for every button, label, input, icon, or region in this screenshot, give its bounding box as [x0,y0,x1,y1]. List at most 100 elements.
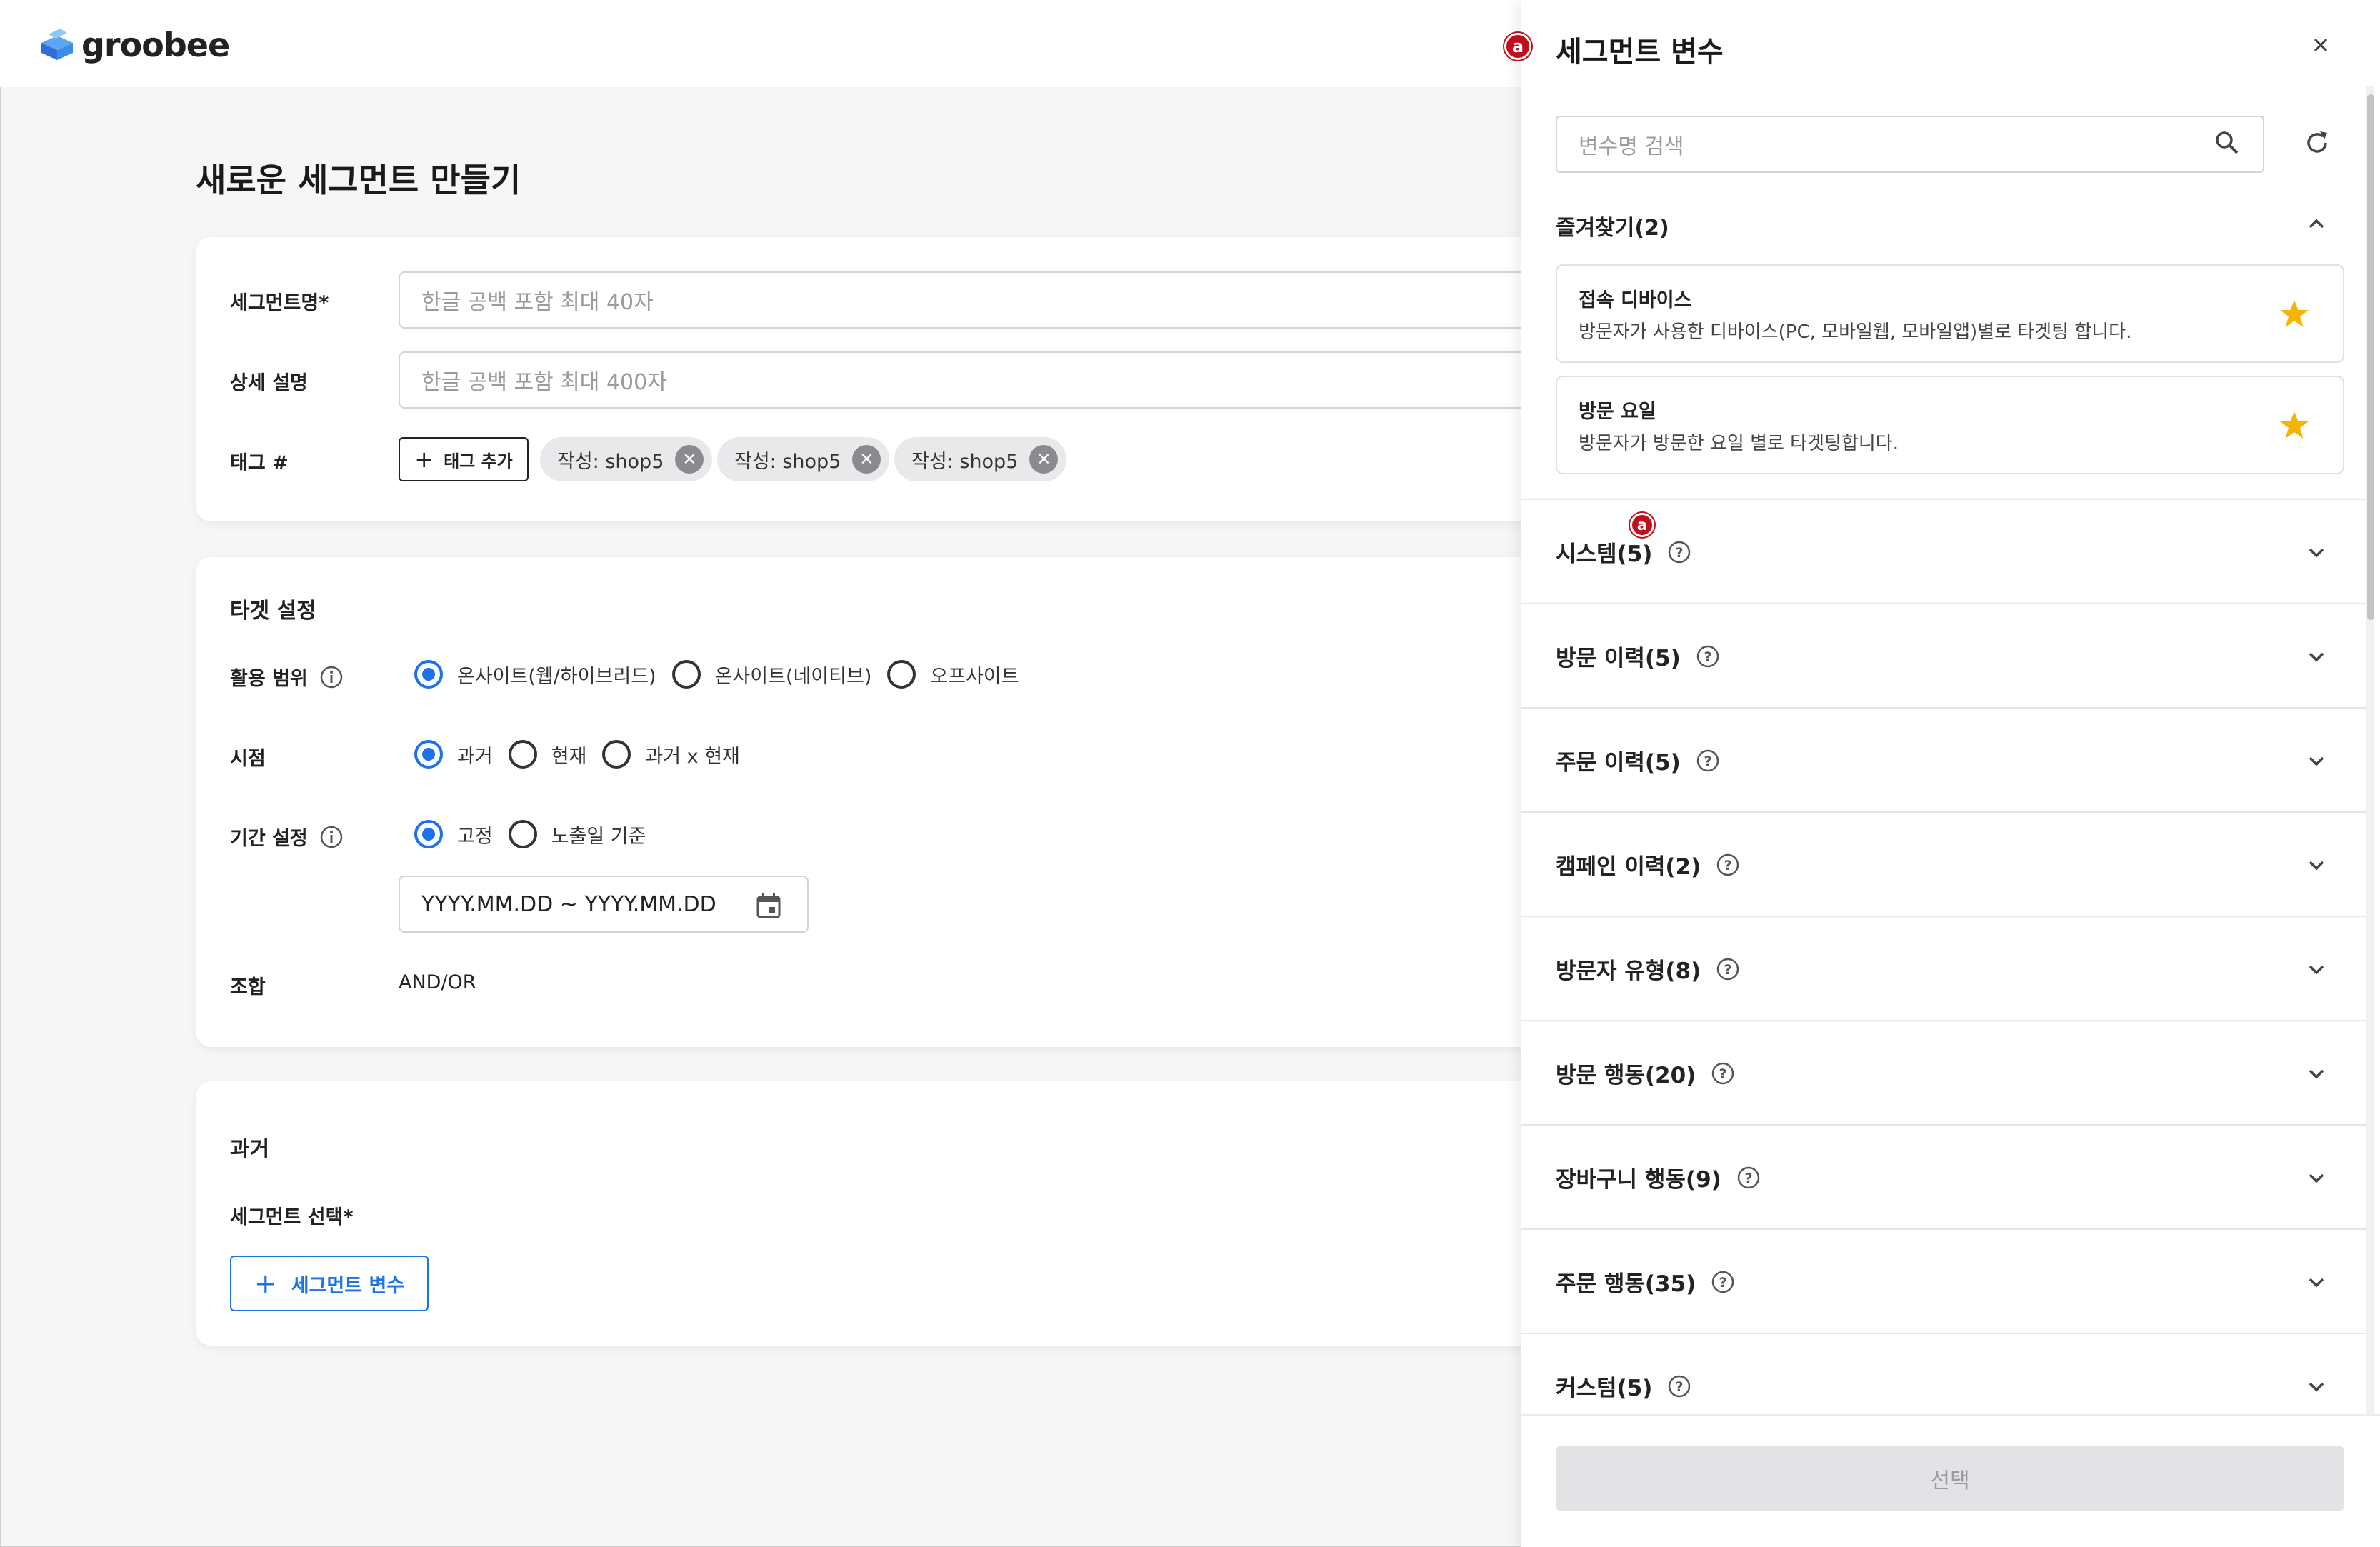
time-option-both-label: 과거 x 현재 [645,745,740,768]
tag-label: 태그 # [230,452,289,474]
svg-text:?: ? [1704,649,1711,665]
time-option-past-label: 과거 [457,745,493,768]
help-icon[interactable]: ? [1736,1165,1761,1191]
scope-option-offsite-label: 오프사이트 [930,665,1019,688]
star-icon[interactable] [2277,409,2311,443]
scope-option-native[interactable]: 온사이트(네이티브) [671,660,872,689]
time-option-both[interactable]: 과거 x 현재 [602,740,740,769]
remove-tag-icon[interactable]: ✕ [675,445,704,474]
category-row-visit-behavior[interactable]: 방문 행동(20) ? [1521,1020,2366,1124]
category-row-visitor-type[interactable]: 방문자 유형(8) ? [1521,916,2366,1020]
category-label: 방문 이력(5) [1556,646,1681,671]
close-icon[interactable] [2309,33,2333,57]
tag-chip-label: 작성: shop5 [734,450,841,473]
info-icon[interactable] [319,825,344,849]
segment-select-label: 세그먼트 선택* [230,1206,354,1228]
info-icon[interactable] [319,665,344,689]
plus-icon: + [414,446,434,473]
favorite-item-name: 방문 요일 [1579,401,1656,423]
help-icon[interactable]: ? [1695,748,1721,774]
time-option-present[interactable]: 현재 [508,740,587,769]
time-radio-group: 과거 현재 과거 x 현재 [414,740,756,769]
add-tag-button[interactable]: + 태그 추가 [399,437,529,481]
period-option-exposure[interactable]: 노출일 기준 [508,820,646,848]
chevron-down-icon[interactable] [2304,1270,2329,1294]
chevron-down-icon[interactable] [2304,749,2329,773]
help-icon[interactable]: ? [1695,644,1721,669]
category-row-visit-history[interactable]: 방문 이력(5) ? [1521,603,2366,707]
chevron-down-icon[interactable] [2304,957,2329,981]
svg-text:?: ? [1744,1171,1752,1186]
refresh-icon[interactable] [2301,127,2333,159]
help-icon[interactable]: ? [1710,1269,1736,1295]
category-label: 방문 행동(20) [1556,1063,1696,1088]
time-option-present-label: 현재 [551,745,587,768]
tag-chip-label: 작성: shop5 [911,450,1019,473]
calendar-icon[interactable] [754,891,783,920]
search-icon[interactable] [2213,129,2241,157]
scope-option-native-label: 온사이트(네이티브) [714,665,872,688]
add-segment-variable-label: 세그먼트 변수 [291,1274,405,1297]
svg-text:?: ? [1676,545,1684,561]
scope-option-offsite[interactable]: 오프사이트 [887,660,1019,689]
category-row-order-behavior[interactable]: 주문 행동(35) ? [1521,1228,2366,1333]
combo-label: 조합 [230,976,266,998]
chevron-down-icon[interactable] [2304,540,2329,564]
help-icon[interactable]: ? [1715,852,1741,878]
favorite-item[interactable]: 접속 디바이스 방문자가 사용한 디바이스(PC, 모바일웹, 모바일앱)별로 … [1556,264,2344,363]
scope-option-web[interactable]: 온사이트(웹/하이브리드) [414,660,656,689]
remove-tag-icon[interactable]: ✕ [852,445,881,474]
favorite-item-desc: 방문자가 방문한 요일 별로 타겟팅합니다. [1579,433,1899,454]
date-range-placeholder: YYYY.MM.DD ~ YYYY.MM.DD [421,891,716,917]
help-icon[interactable]: ? [1666,539,1692,565]
combo-value: AND/OR [399,971,476,993]
chevron-down-icon[interactable] [2304,1374,2329,1398]
help-icon[interactable]: ? [1666,1373,1692,1399]
annotation-marker: a [1504,33,1531,60]
add-segment-variable-button[interactable]: + 세그먼트 변수 [230,1256,429,1311]
tag-chip: 작성: shop5 ✕ [540,437,713,481]
category-row-order-history[interactable]: 주문 이력(5) ? [1521,707,2366,811]
period-label: 기간 설정 [230,823,344,851]
page-title: 새로운 세그먼트 만들기 [196,161,521,199]
star-icon[interactable] [2277,297,2311,331]
period-option-fixed[interactable]: 고정 [414,820,493,848]
scope-label-text: 활용 범위 [230,668,308,690]
period-option-exposure-label: 노출일 기준 [551,825,646,848]
scope-label: 활용 범위 [230,663,344,691]
chevron-down-icon[interactable] [2304,644,2329,669]
select-button[interactable]: 선택 [1556,1446,2344,1511]
date-range-input[interactable]: YYYY.MM.DD ~ YYYY.MM.DD [399,876,809,933]
category-label: 캠페인 이력(2) [1556,854,1701,880]
category-label: 주문 행동(35) [1556,1271,1696,1297]
favorite-item-desc: 방문자가 사용한 디바이스(PC, 모바일웹, 모바일앱)별로 타겟팅 합니다. [1579,321,2132,343]
category-label: 시스템(5) [1556,541,1653,567]
tag-chip: 작성: shop5 ✕ [717,437,890,481]
time-option-past[interactable]: 과거 [414,740,493,769]
svg-text:?: ? [1704,754,1711,769]
variable-search-input[interactable]: 변수명 검색 [1556,116,2264,173]
logo-text: groobee [81,26,230,64]
favorite-item[interactable]: 방문 요일 방문자가 방문한 요일 별로 타겟팅합니다. [1556,376,2344,474]
chevron-up-icon[interactable] [2304,211,2329,236]
help-icon[interactable]: ? [1710,1061,1736,1086]
category-row-campaign-history[interactable]: 캠페인 이력(2) ? [1521,811,2366,916]
chevron-down-icon[interactable] [2304,1061,2329,1086]
category-label: 주문 이력(5) [1556,750,1681,776]
period-option-fixed-label: 고정 [457,825,493,848]
panel-scrollbar-thumb[interactable] [2367,94,2374,620]
tag-chip-label: 작성: shop5 [557,450,664,473]
favorites-title: 즐겨찾기(2) [1556,216,1669,241]
chevron-down-icon[interactable] [2304,1166,2329,1190]
logo[interactable]: groobee [39,26,230,64]
svg-text:?: ? [1719,1066,1727,1082]
help-icon[interactable]: ? [1715,956,1741,982]
target-settings-title: 타겟 설정 [230,599,316,624]
chevron-down-icon[interactable] [2304,853,2329,877]
category-label: 장바구니 행동(9) [1556,1167,1721,1193]
scope-option-web-label: 온사이트(웹/하이브리드) [457,665,656,688]
plus-icon: + [254,1268,277,1299]
annotation-marker: a [1630,513,1654,537]
category-row-cart-behavior[interactable]: 장바구니 행동(9) ? [1521,1124,2366,1228]
remove-tag-icon[interactable]: ✕ [1029,445,1059,474]
